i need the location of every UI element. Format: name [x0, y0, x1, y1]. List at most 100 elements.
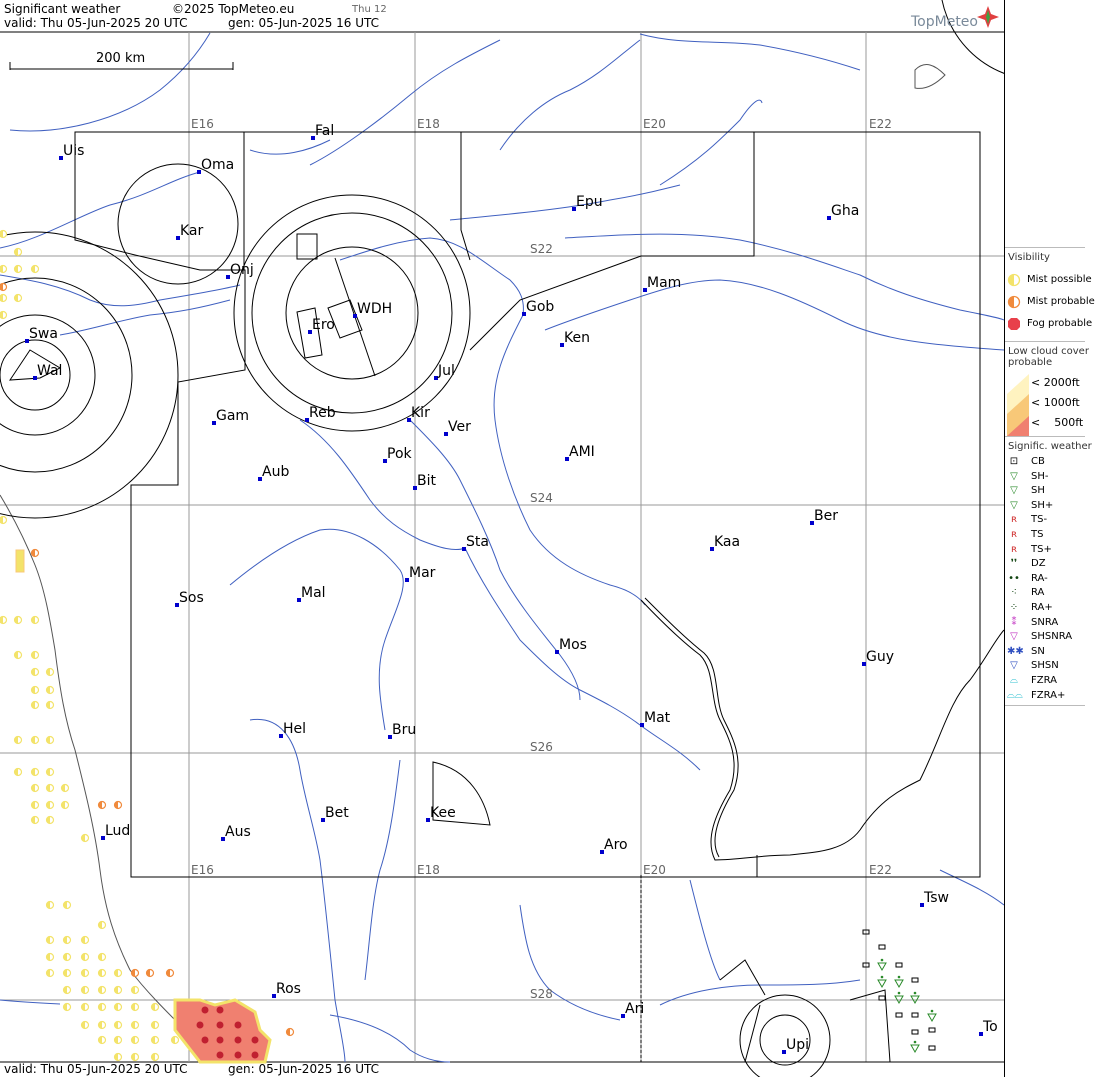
- legend-label: SNRA: [1031, 616, 1059, 628]
- legend-divider: [1005, 705, 1085, 706]
- legend-sigwx-title: Signific. weather: [1008, 441, 1092, 452]
- legend-sigwx-item: ▽ SHSN: [1005, 659, 1095, 674]
- longitude-label: E18: [417, 863, 440, 877]
- footer-valid-time: valid: Thu 05-Jun-2025 20 UTC: [4, 1062, 188, 1076]
- shower-symbol-dot: [930, 1009, 934, 1013]
- fog-symbol: [234, 1021, 242, 1029]
- fog-symbol: [201, 1036, 209, 1044]
- city-label: Mos: [559, 637, 587, 653]
- legend-sigwx: Signific. weather ⊡ CB ▽ SH- ▽ SH ▽ SH+ ʀ TS-ʀ TS ʀ…: [1005, 439, 1095, 703]
- city-label: Jul: [438, 363, 455, 379]
- longitude-label: E16: [191, 863, 214, 877]
- city-label: Aub: [262, 464, 290, 480]
- city-label: Ero: [312, 317, 335, 333]
- legend-sigwx-item: ▽ SHSNRA: [1005, 630, 1095, 645]
- city-label: Aro: [604, 837, 628, 853]
- fog-symbol: [234, 1051, 242, 1059]
- city-label: Pok: [387, 446, 412, 462]
- shower-symbol-dot: [897, 975, 901, 979]
- river: [544, 279, 1004, 351]
- city-label: Aus: [225, 824, 251, 840]
- fog-symbol: [216, 1036, 224, 1044]
- mist-icon: [1007, 295, 1021, 309]
- legend-sigwx-item: ▽ SH: [1005, 484, 1095, 499]
- sigwx-symbols: [862, 929, 937, 1054]
- airspace-boundary: [460, 132, 471, 261]
- legend-label: TS: [1031, 528, 1044, 540]
- river: [939, 869, 1004, 906]
- mist-symbols: [0, 229, 295, 1062]
- shower-symbol-dot: [880, 975, 884, 979]
- latitude-label: S26: [530, 740, 553, 754]
- legend-sigwx-item: ❜❜ DZ: [1005, 557, 1095, 572]
- border: [640, 599, 1004, 861]
- product-title: Significant weather: [4, 2, 121, 16]
- legend-visibility-item: Mist probable: [1005, 291, 1095, 313]
- legend-visibility-item: Fog probable: [1005, 313, 1095, 335]
- river: [409, 419, 581, 701]
- fog-symbol: [216, 1006, 224, 1014]
- shower-icon: ▽: [1010, 485, 1018, 497]
- river: [464, 547, 701, 771]
- river: [249, 718, 346, 1063]
- city-label: Upi: [786, 1037, 810, 1053]
- light-shower-icon: ▽: [1010, 470, 1018, 482]
- heavy-freezing-rain-icon: ⌓⌓: [1007, 689, 1023, 701]
- restricted-area: [744, 1004, 761, 1063]
- rain-icon: ⁖: [1011, 587, 1017, 599]
- city-label: Oma: [201, 157, 235, 173]
- shower-symbol: [894, 979, 904, 989]
- weather-map[interactable]: Significant weather ©2025 TopMeteo.eu Th…: [0, 0, 1005, 1077]
- city-label: Ver: [448, 419, 471, 435]
- restricted-area: [719, 959, 766, 996]
- legend-panel: Visibility Mist possible Mist probable Fog…: [1005, 0, 1095, 1077]
- fog-symbol: [251, 1051, 259, 1059]
- legend-sigwx-item: ▽ SH-: [1005, 470, 1095, 485]
- river: [0, 274, 241, 307]
- city-label: To: [983, 1019, 998, 1035]
- river: [299, 419, 466, 551]
- city-label: Bet: [325, 805, 349, 821]
- latitude-label: S24: [530, 491, 553, 505]
- longitude-label: E16: [191, 117, 214, 131]
- city-label: Tsw: [924, 890, 949, 906]
- city-label: Uis: [63, 143, 85, 159]
- coastline: [914, 64, 946, 89]
- cb-symbol: [911, 1029, 919, 1035]
- city-label: Ari: [625, 1001, 645, 1017]
- graticule: [0, 32, 1004, 1062]
- legend-sigwx-item: ⁘ RA+: [1005, 601, 1095, 616]
- city-label: Ros: [276, 981, 301, 997]
- legend-label: Mist probable: [1027, 296, 1095, 307]
- city-label: Swa: [29, 326, 58, 342]
- river: [9, 32, 211, 132]
- longitude-label: E20: [643, 863, 666, 877]
- map-canvas[interactable]: [0, 0, 1004, 1077]
- legend-divider: [1005, 436, 1085, 437]
- city-label: Ber: [814, 508, 838, 524]
- river: [449, 184, 681, 221]
- legend-label: DZ: [1031, 558, 1046, 570]
- cb-symbol: [911, 977, 919, 983]
- shower-symbol: [877, 962, 887, 972]
- city-label: WDH: [357, 301, 393, 317]
- cb-symbol: [895, 1012, 903, 1018]
- light-thunderstorm-icon: ʀ: [1010, 514, 1018, 526]
- heavy-rain-icon: ⁘: [1009, 601, 1019, 613]
- legend-label: < 1000ft: [1031, 396, 1080, 409]
- ctr-circle: [251, 212, 453, 414]
- city-label: Mar: [409, 565, 436, 581]
- legend-label: FZRA: [1031, 674, 1057, 686]
- city-label: Mal: [301, 585, 326, 601]
- longitude-label: E22: [869, 117, 892, 131]
- cb-symbol: [911, 1012, 919, 1018]
- latitude-label: S22: [530, 242, 553, 256]
- city-label: Lud: [105, 823, 131, 839]
- legend-label: RA+: [1031, 601, 1053, 613]
- city-label: Kir: [411, 405, 430, 421]
- fog-icon: [1007, 317, 1021, 330]
- fog-symbol: [216, 1021, 224, 1029]
- topmeteo-logo[interactable]: TopMeteo: [911, 15, 978, 29]
- city-label: Bru: [392, 722, 417, 738]
- legend-sigwx-item: •• RA-: [1005, 572, 1095, 587]
